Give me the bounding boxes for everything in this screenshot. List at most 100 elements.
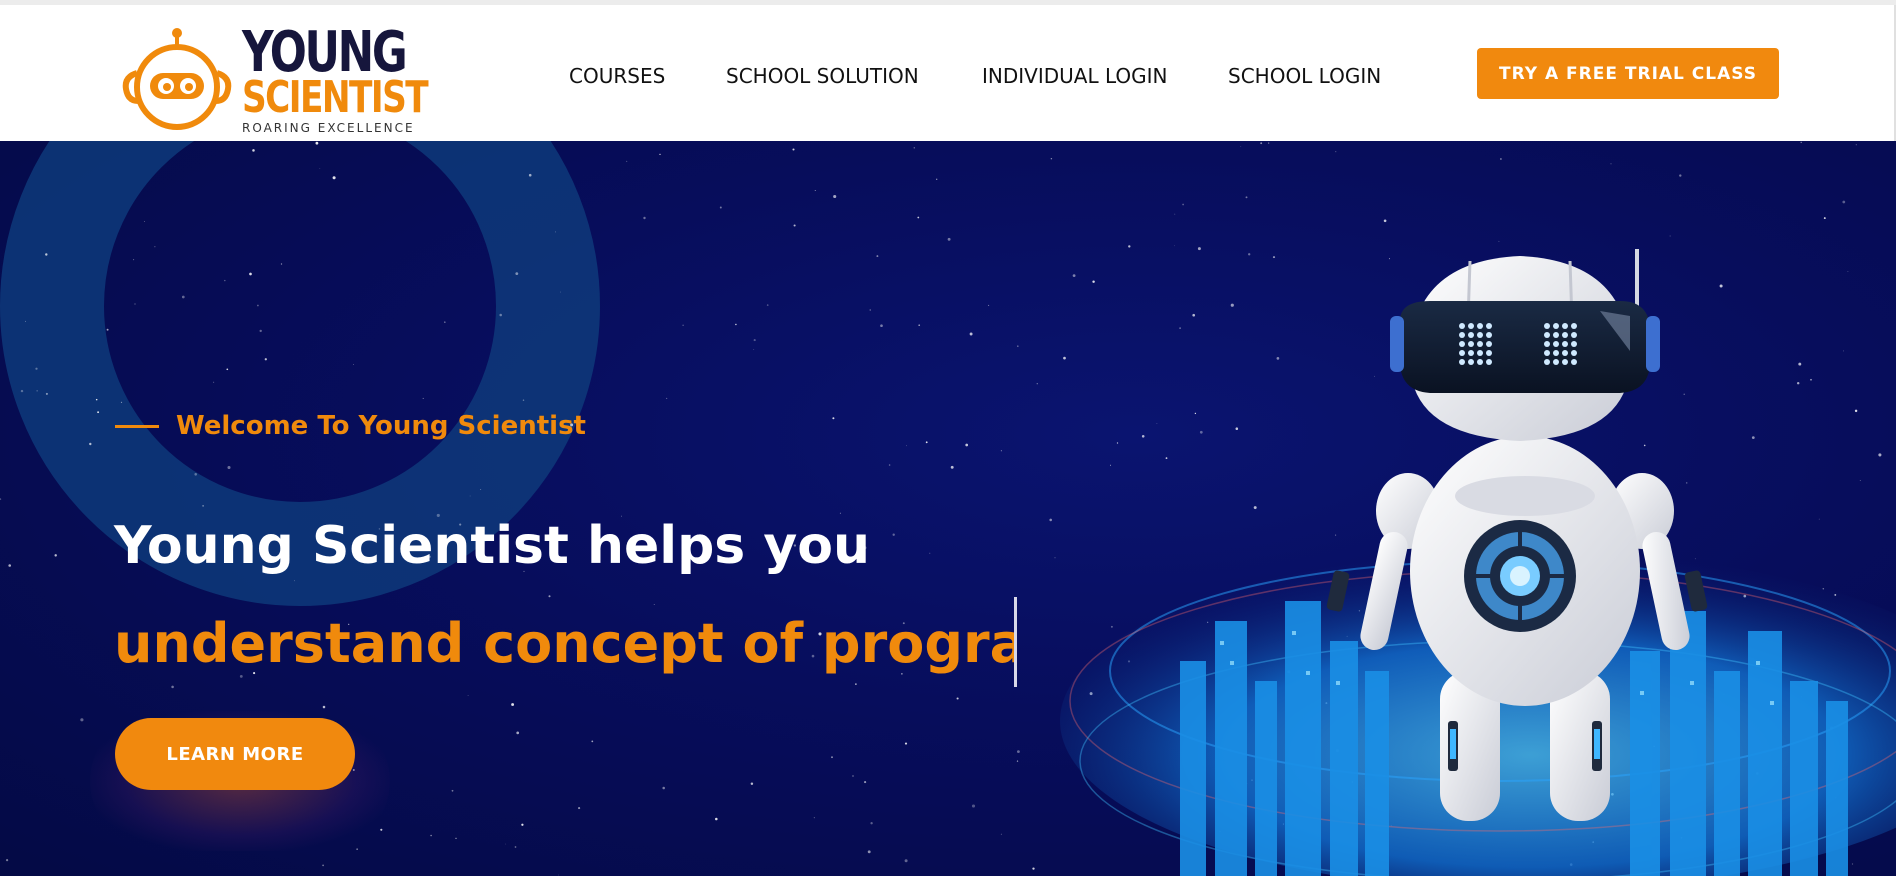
star xyxy=(969,332,973,336)
star xyxy=(322,705,326,709)
robot-eye-dot xyxy=(1553,323,1559,329)
robot-eye-dot xyxy=(1571,359,1577,365)
star xyxy=(971,804,976,808)
star xyxy=(422,397,424,399)
star xyxy=(444,321,446,323)
star xyxy=(869,309,871,311)
star xyxy=(719,206,722,209)
star xyxy=(511,703,515,706)
robot-eye-dot xyxy=(1459,341,1465,347)
star xyxy=(988,304,990,306)
star xyxy=(906,445,907,447)
star xyxy=(352,364,354,365)
site-logo[interactable]: YOUNG SCIENTIST ROARING EXCELLENCE xyxy=(120,23,429,135)
robot-eye-dot xyxy=(1468,323,1474,329)
robot-eye-dot xyxy=(1477,323,1483,329)
star xyxy=(1855,144,1857,146)
robot-eye-dot xyxy=(1571,323,1577,329)
nav-school-solution[interactable]: SCHOOL SOLUTION xyxy=(726,61,919,91)
star xyxy=(578,807,581,810)
star xyxy=(133,259,135,261)
robot-logo-icon xyxy=(122,28,232,130)
robot-eye-dot xyxy=(1544,332,1550,338)
robot-eye-dot xyxy=(1553,341,1559,347)
star xyxy=(832,417,835,420)
star xyxy=(45,253,48,256)
star xyxy=(515,272,519,275)
star xyxy=(80,718,84,722)
robot-eye-dot xyxy=(1468,341,1474,347)
robot-eye-dot xyxy=(1459,332,1465,338)
star xyxy=(793,224,796,227)
star xyxy=(89,442,92,446)
star xyxy=(956,697,959,700)
star xyxy=(557,874,559,876)
robot-eye-dot xyxy=(1459,323,1465,329)
robot-eye-dot xyxy=(1562,323,1568,329)
site-header: YOUNG SCIENTIST ROARING EXCELLENCE COURS… xyxy=(0,5,1896,141)
star xyxy=(252,149,255,152)
star xyxy=(855,683,857,685)
star xyxy=(918,324,921,327)
star xyxy=(643,216,646,220)
free-trial-button[interactable]: TRY A FREE TRIAL CLASS xyxy=(1477,48,1779,99)
star xyxy=(917,216,920,219)
star xyxy=(213,381,215,383)
robot-eye-dot xyxy=(1486,323,1492,329)
star xyxy=(522,399,525,401)
star xyxy=(591,740,594,743)
star xyxy=(143,220,146,223)
star xyxy=(965,443,969,447)
star xyxy=(227,465,231,470)
star xyxy=(833,194,837,199)
robot-eye-dot xyxy=(1562,350,1568,356)
star xyxy=(560,291,561,293)
star xyxy=(852,775,854,777)
star xyxy=(929,552,931,554)
nav-individual-login[interactable]: INDIVIDUAL LOGIN xyxy=(982,61,1168,91)
robot-eye-dot xyxy=(1562,332,1568,338)
nav-school-login[interactable]: SCHOOL LOGIN xyxy=(1228,61,1381,91)
nav-courses[interactable]: COURSES xyxy=(569,61,665,91)
star xyxy=(753,339,756,342)
star xyxy=(226,368,229,371)
star xyxy=(1499,158,1502,160)
star xyxy=(171,685,174,689)
star xyxy=(1000,833,1002,835)
star xyxy=(904,742,908,745)
star xyxy=(1000,450,1002,452)
robot-eye-dot xyxy=(1486,341,1492,347)
learn-more-button[interactable]: LEARN MORE xyxy=(115,718,355,790)
star xyxy=(36,390,38,392)
star xyxy=(380,828,383,831)
robot-eye-dot xyxy=(1571,332,1577,338)
star xyxy=(925,441,928,444)
star xyxy=(904,859,908,863)
robot-eye-dot xyxy=(1459,350,1465,356)
robot-illustration xyxy=(1060,249,1896,876)
star xyxy=(97,411,100,414)
star xyxy=(792,148,795,151)
logo-line2: SCIENTIST xyxy=(242,72,429,123)
star xyxy=(870,822,873,825)
star xyxy=(936,178,938,180)
star xyxy=(45,392,48,395)
star xyxy=(876,255,879,258)
star xyxy=(950,465,954,469)
robot-eye-dot xyxy=(1571,341,1577,347)
star xyxy=(1335,151,1337,153)
star xyxy=(1017,345,1019,347)
star xyxy=(120,401,123,403)
star xyxy=(880,324,883,328)
star xyxy=(467,695,469,697)
robot-eye-dot xyxy=(1468,359,1474,365)
star xyxy=(280,263,283,265)
star xyxy=(480,489,482,490)
robot-eye-dot xyxy=(1553,350,1559,356)
star xyxy=(653,603,655,605)
robot-eye-dot xyxy=(1486,359,1492,365)
star xyxy=(319,168,321,169)
star xyxy=(259,329,262,333)
star xyxy=(95,398,98,401)
hero-headline-line1: Young Scientist helps you xyxy=(114,516,870,576)
